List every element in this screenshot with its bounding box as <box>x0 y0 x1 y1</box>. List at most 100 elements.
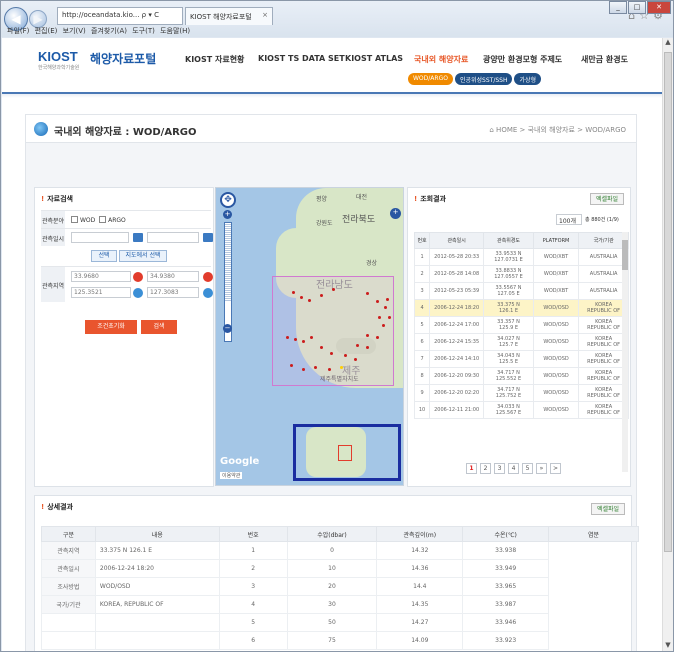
kiost-logo[interactable]: KIOST 한국해양과학기술원 <box>38 49 79 71</box>
station-marker[interactable] <box>310 336 313 339</box>
station-marker[interactable] <box>384 306 387 309</box>
station-marker[interactable] <box>320 294 323 297</box>
close-window-button[interactable]: ✕ <box>647 1 671 14</box>
page-button[interactable]: > <box>550 463 561 474</box>
table-row[interactable]: 6 2006-12-24 15:35 34.027 N 125.7 E WOD/OSD K… <box>413 333 629 351</box>
station-marker[interactable] <box>382 324 385 327</box>
selection-box[interactable] <box>272 276 394 386</box>
station-marker[interactable] <box>388 316 391 319</box>
expand-icon[interactable]: + <box>390 208 401 219</box>
station-marker[interactable] <box>332 288 335 291</box>
col-platform[interactable]: PLATFORM <box>532 232 580 249</box>
station-marker[interactable] <box>340 366 343 369</box>
page-size-select[interactable]: 100개 <box>556 214 582 225</box>
nav-kiost-data[interactable]: KIOST 자료현황 <box>185 54 244 65</box>
date-to-input[interactable] <box>147 232 199 243</box>
station-marker[interactable] <box>294 338 297 341</box>
overview-map[interactable] <box>293 424 401 481</box>
maximize-button[interactable]: □ <box>628 1 646 14</box>
col-datetime[interactable]: 관측일시 <box>429 232 485 249</box>
site-name[interactable]: 해양자료포털 <box>90 50 156 67</box>
nav-ocean-data[interactable]: 국내외 해양자료 <box>414 54 468 65</box>
table-row[interactable]: 3 2012-05-23 05:39 33.5567 N 127.05 E WOD/XB… <box>413 282 629 300</box>
menu-file[interactable]: 파일(F) <box>7 27 29 35</box>
menu-tools[interactable]: 도구(T) <box>132 27 155 35</box>
reset-button[interactable]: 조건초기화 <box>85 320 137 334</box>
argo-checkbox[interactable] <box>99 216 107 223</box>
table-row[interactable]: 7 2006-12-24 14:10 34.043 N 125.5 E WOD/OSD K… <box>413 350 629 368</box>
lon-min-input[interactable]: 125.3521 <box>71 287 131 298</box>
nav-saemangeum[interactable]: 새만금 환경도 <box>581 54 628 65</box>
station-marker[interactable] <box>378 316 381 319</box>
wod-checkbox[interactable] <box>71 216 78 223</box>
scroll-thumb[interactable] <box>664 52 672 552</box>
station-marker[interactable] <box>356 344 359 347</box>
address-bar[interactable]: http://oceandata.kio... ρ ▾ C <box>57 7 183 25</box>
menu-favorites[interactable]: 즐겨찾기(A) <box>91 27 127 35</box>
date-from-input[interactable] <box>71 232 129 243</box>
station-marker[interactable] <box>386 298 389 301</box>
nav-ts-dataset[interactable]: KIOST TS DATA SET <box>258 54 345 63</box>
station-marker[interactable] <box>292 291 295 294</box>
close-tab-icon[interactable]: × <box>262 11 268 19</box>
table-row[interactable]: 8 2006-12-20 09:30 34.717 N 125.552 E WOD/OS… <box>413 367 629 385</box>
table-row[interactable]: 9 2006-12-20 02:20 34.717 N 125.752 E WOD/OS… <box>413 384 629 402</box>
station-marker[interactable] <box>344 354 347 357</box>
breadcrumb[interactable]: ⌂ HOME > 국내외 해양자료 > WOD/ARGO <box>489 125 626 135</box>
table-row[interactable]: 2 2012-05-28 14:08 33.8833 N 127.0557 E WOD/… <box>413 265 629 283</box>
excel-download-button[interactable]: 엑셀파일 <box>590 193 624 205</box>
map-select-button[interactable]: 지도에서 선택 <box>119 250 167 262</box>
col-latlon[interactable]: 관측위경도 <box>483 232 534 249</box>
map-view[interactable]: 평양 대전 강원도 전라북도 경상 제주 제주특별자치도 전라남도 ✥ + − … <box>215 187 404 486</box>
detail-excel-button[interactable]: 엑셀파일 <box>591 503 625 515</box>
station-marker[interactable] <box>314 366 317 369</box>
table-row[interactable]: 5 2006-12-24 17:00 33.357 N 125.9 E WOD/OSD K… <box>413 316 629 334</box>
remove-icon[interactable] <box>133 272 143 282</box>
results-scrollbar[interactable] <box>622 232 628 472</box>
search-button[interactable]: 검색 <box>141 320 177 334</box>
terms-link[interactable]: 이용약관 <box>220 472 243 479</box>
station-marker[interactable] <box>286 336 289 339</box>
station-marker[interactable] <box>376 300 379 303</box>
menu-edit[interactable]: 편집(E) <box>35 27 58 35</box>
station-marker[interactable] <box>302 340 305 343</box>
calendar-icon[interactable] <box>203 233 213 242</box>
zoom-out-icon[interactable]: − <box>223 324 232 333</box>
location-icon[interactable] <box>203 288 213 298</box>
menu-view[interactable]: 보기(V) <box>63 27 86 35</box>
scroll-up-icon[interactable]: ▲ <box>663 38 673 48</box>
station-marker[interactable] <box>366 292 369 295</box>
calendar-icon[interactable] <box>133 233 143 242</box>
page-button[interactable]: 4 <box>508 463 519 474</box>
page-button[interactable]: 1 <box>466 463 477 474</box>
page-button[interactable]: 5 <box>522 463 533 474</box>
page-button[interactable]: » <box>536 463 547 474</box>
station-marker[interactable] <box>376 336 379 339</box>
remove-icon[interactable] <box>203 272 213 282</box>
station-marker[interactable] <box>308 299 311 302</box>
table-row[interactable]: 1 2012-05-28 20:33 33.9533 N 127.0731 E WOD/… <box>413 248 629 266</box>
station-marker[interactable] <box>366 346 369 349</box>
station-marker[interactable] <box>302 368 305 371</box>
submenu-virtual[interactable]: 가상형 <box>514 73 542 85</box>
station-marker[interactable] <box>300 296 303 299</box>
lat-min-input[interactable]: 33.9680 <box>71 271 131 282</box>
browser-tab[interactable]: KIOST 해양자료포털 × <box>185 7 273 25</box>
nav-atlas[interactable]: KIOST ATLAS <box>345 54 403 63</box>
station-marker[interactable] <box>320 346 323 349</box>
page-button[interactable]: 2 <box>480 463 491 474</box>
table-row[interactable]: 10 2006-12-11 21:00 34.033 N 125.567 E WOD/O… <box>413 401 629 419</box>
menu-help[interactable]: 도움말(H) <box>160 27 190 35</box>
nav-gwangyang[interactable]: 광양만 환경모형 주제도 <box>483 54 562 65</box>
select-button[interactable]: 선택 <box>91 250 117 262</box>
zoom-in-icon[interactable]: + <box>223 210 232 219</box>
col-no[interactable]: 번호 <box>413 232 431 249</box>
scroll-down-icon[interactable]: ▼ <box>663 641 673 651</box>
location-icon[interactable] <box>133 288 143 298</box>
station-marker[interactable] <box>354 358 357 361</box>
station-marker[interactable] <box>330 352 333 355</box>
pan-control-icon[interactable]: ✥ <box>220 192 236 208</box>
page-button[interactable]: 3 <box>494 463 505 474</box>
lon-max-input[interactable]: 127.3083 <box>147 287 199 298</box>
station-marker[interactable] <box>366 334 369 337</box>
